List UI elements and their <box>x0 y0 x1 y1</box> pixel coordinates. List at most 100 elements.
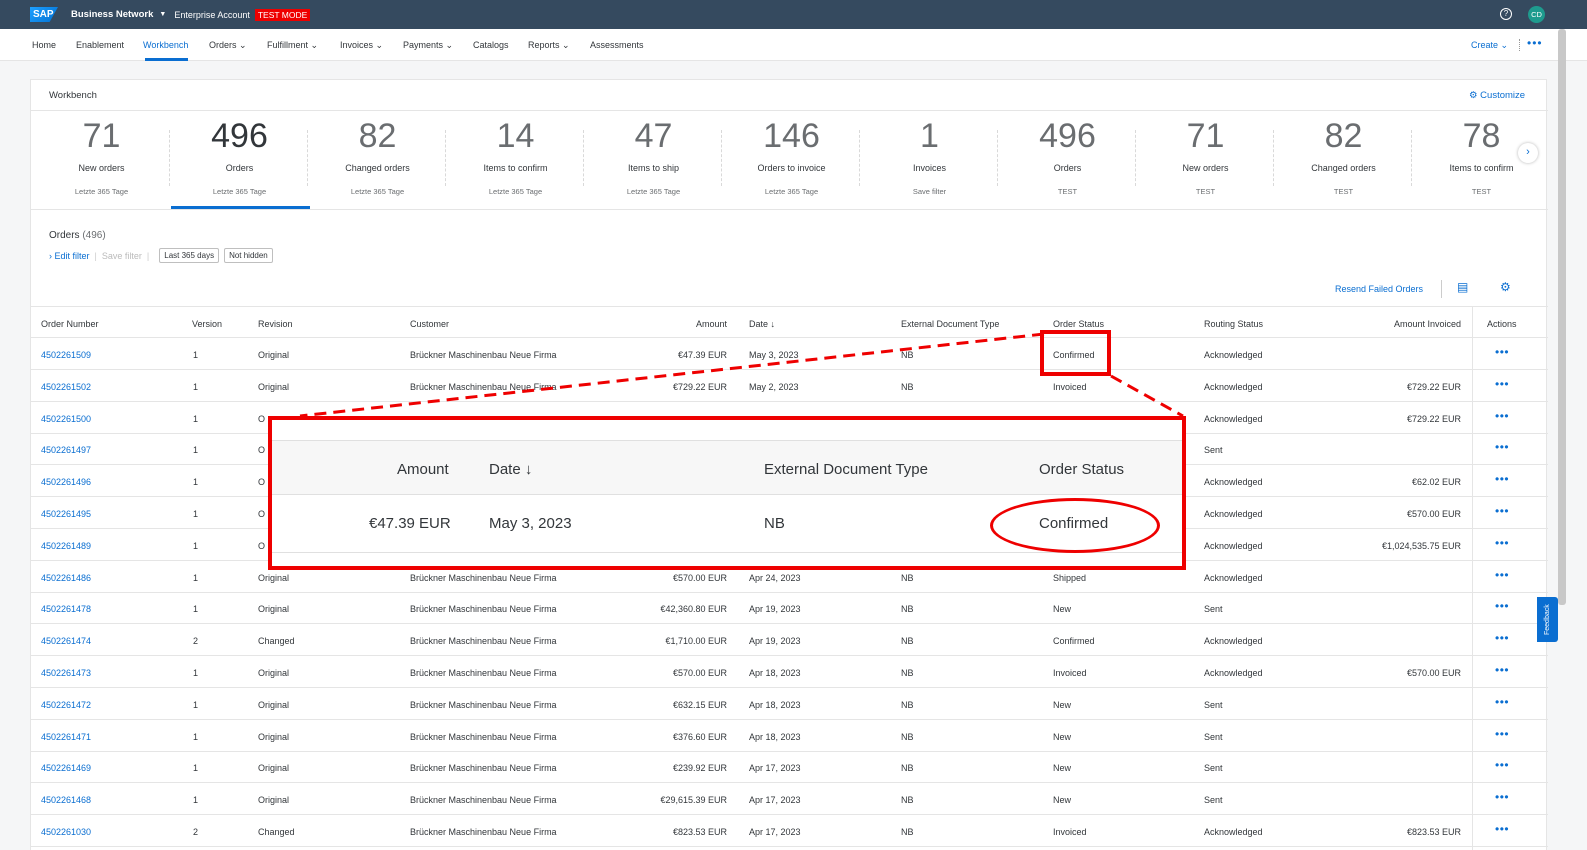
filter-chip-date[interactable]: Last 365 days <box>159 248 220 263</box>
save-filter-button[interactable]: Save filter <box>102 251 142 261</box>
nav-fulfillment[interactable]: Fulfillment ⌄ <box>267 40 318 51</box>
table-row[interactable]: 4502261469 1 Original Brückner Maschinenbau… <box>31 751 1548 784</box>
col-external-doc-type[interactable]: External Document Type <box>901 319 999 329</box>
nav-workbench[interactable]: Workbench <box>143 40 188 50</box>
kpi-tile[interactable]: 71 New orders TEST <box>1136 116 1275 196</box>
tile-divider <box>1273 130 1274 186</box>
row-actions-icon[interactable]: ••• <box>1495 377 1509 391</box>
kpi-tile[interactable]: 14 Items to confirm Letzte 365 Tage <box>446 116 585 196</box>
date: Apr 17, 2023 <box>749 827 801 837</box>
kpi-tile[interactable]: 82 Changed orders Letzte 365 Tage <box>308 116 447 196</box>
nav-payments[interactable]: Payments ⌄ <box>403 40 453 51</box>
row-actions-icon[interactable]: ••• <box>1495 504 1509 518</box>
row-actions-icon[interactable]: ••• <box>1495 599 1509 613</box>
row-actions-icon[interactable]: ••• <box>1495 345 1509 359</box>
col-amount[interactable]: Amount <box>631 319 727 329</box>
order-number-link[interactable]: 4502261478 <box>41 604 91 614</box>
nav-invoices[interactable]: Invoices ⌄ <box>340 40 383 51</box>
kpi-tile[interactable]: 47 Items to ship Letzte 365 Tage <box>584 116 723 196</box>
row-actions-icon[interactable]: ••• <box>1495 822 1509 836</box>
nav-orders[interactable]: Orders ⌄ <box>209 40 247 51</box>
col-customer[interactable]: Customer <box>410 319 449 329</box>
routing-status: Acknowledged <box>1204 636 1263 647</box>
kpi-tile[interactable]: 496 Orders TEST <box>998 116 1137 196</box>
table-row[interactable]: 4502261030 2 Changed Brückner Maschinenbau … <box>31 815 1548 847</box>
table-row[interactable]: 4502261478 1 Original Brückner Maschinenbau… <box>31 592 1548 625</box>
order-number-link[interactable]: 4502261509 <box>41 350 91 360</box>
create-menu[interactable]: Create ⌄ <box>1471 40 1508 51</box>
revision: Original <box>258 604 290 615</box>
resend-failed-orders-button[interactable]: Resend Failed Orders <box>1335 284 1423 294</box>
col-order-number[interactable]: Order Number <box>41 319 99 329</box>
row-actions-icon[interactable]: ••• <box>1495 727 1509 741</box>
nav-catalogs[interactable]: Catalogs <box>473 40 509 50</box>
col-date[interactable]: Date ↓ <box>749 319 775 329</box>
nav-assessments[interactable]: Assessments <box>590 40 644 50</box>
table-row[interactable]: 4502261502 1 Original Brückner Maschinenbau… <box>31 370 1548 402</box>
row-actions-icon[interactable]: ••• <box>1495 440 1509 454</box>
row-actions-icon[interactable]: ••• <box>1495 663 1509 677</box>
nav-reports[interactable]: Reports ⌄ <box>528 40 570 51</box>
row-actions-icon[interactable]: ••• <box>1495 409 1509 423</box>
kpi-count: 146 <box>763 117 820 155</box>
row-actions-icon[interactable]: ••• <box>1495 790 1509 804</box>
kpi-tile[interactable]: 146 Orders to invoice Letzte 365 Tage <box>722 116 861 196</box>
feedback-button[interactable]: Feedback <box>1537 597 1558 642</box>
order-number-link[interactable]: 4502261469 <box>41 763 91 773</box>
order-number-link[interactable]: 4502261472 <box>41 700 91 710</box>
nav-enablement[interactable]: Enablement <box>76 40 124 50</box>
nav-home[interactable]: Home <box>32 40 56 50</box>
col-revision[interactable]: Revision <box>258 319 293 329</box>
nav-invoices-label: Invoices <box>340 40 374 50</box>
avatar[interactable]: CD <box>1528 6 1545 23</box>
order-number-link[interactable]: 4502261496 <box>41 477 91 487</box>
nav-payments-label: Payments <box>403 40 444 50</box>
order-number-link[interactable]: 4502261502 <box>41 382 91 392</box>
kpi-count: 1 <box>920 117 939 155</box>
filter-chip-hidden[interactable]: Not hidden <box>224 248 273 263</box>
sap-logo[interactable]: SAP <box>30 7 58 22</box>
caret-down-icon[interactable]: ▼ <box>159 11 166 18</box>
table-row[interactable]: 4502261473 1 Original Brückner Maschinenbau… <box>31 656 1548 688</box>
order-number-link[interactable]: 4502261468 <box>41 795 91 805</box>
row-actions-icon[interactable]: ••• <box>1495 472 1509 486</box>
order-number-link[interactable]: 4502261474 <box>41 636 91 646</box>
export-icon[interactable]: ▤ <box>1457 280 1468 294</box>
col-version[interactable]: Version <box>192 319 222 329</box>
chevron-right-icon[interactable]: › <box>1518 143 1538 163</box>
order-number-link[interactable]: 4502261030 <box>41 827 91 837</box>
amount-invoiced: €570.00 EUR <box>1406 668 1461 678</box>
row-actions-icon[interactable]: ••• <box>1495 758 1509 772</box>
kpi-tile[interactable]: 496 Orders Letzte 365 Tage <box>170 116 309 196</box>
edit-filter-button[interactable]: › Edit filter <box>49 251 90 261</box>
order-number-link[interactable]: 4502261497 <box>41 445 91 455</box>
customize-button[interactable]: ⚙ Customize <box>1469 90 1525 101</box>
row-actions-icon[interactable]: ••• <box>1495 568 1509 582</box>
help-icon[interactable]: ? <box>1500 8 1512 20</box>
page-scrollbar[interactable] <box>1558 29 1566 605</box>
table-row[interactable]: 4502261509 1 Original Brückner Maschinenbau… <box>31 338 1548 370</box>
order-number-link[interactable]: 4502261489 <box>41 541 91 551</box>
table-row[interactable]: 4502261468 1 Original Brückner Maschinenbau… <box>31 783 1548 816</box>
row-actions-icon[interactable]: ••• <box>1495 695 1509 709</box>
business-network-title[interactable]: Business Network <box>71 9 153 20</box>
kpi-tile[interactable]: 82 Changed orders TEST <box>1274 116 1413 196</box>
table-settings-icon[interactable]: ⚙ <box>1500 280 1511 294</box>
kpi-tile[interactable]: 1 Invoices Save filter <box>860 116 999 196</box>
more-icon[interactable]: ••• <box>1527 36 1543 50</box>
table-row[interactable]: 4502261471 1 Original Brückner Maschinenbau… <box>31 720 1548 752</box>
table-row[interactable]: 4502261474 2 Changed Brückner Maschinenbau … <box>31 624 1548 657</box>
col-routing-status[interactable]: Routing Status <box>1204 319 1263 329</box>
table-row[interactable]: 4502261472 1 Original Brückner Maschinenbau… <box>31 688 1548 720</box>
order-number-link[interactable]: 4502261473 <box>41 668 91 678</box>
order-number-link[interactable]: 4502261471 <box>41 732 91 742</box>
edit-filter-label: Edit filter <box>54 250 90 261</box>
row-actions-icon[interactable]: ••• <box>1495 631 1509 645</box>
order-number-link[interactable]: 4502261495 <box>41 509 91 519</box>
row-actions-icon[interactable]: ••• <box>1495 536 1509 550</box>
col-order-status[interactable]: Order Status <box>1053 319 1104 329</box>
order-number-link[interactable]: 4502261486 <box>41 573 91 583</box>
col-amount-invoiced[interactable]: Amount Invoiced <box>1351 319 1461 329</box>
order-number-link[interactable]: 4502261500 <box>41 414 91 424</box>
kpi-tile[interactable]: 71 New orders Letzte 365 Tage <box>32 116 171 196</box>
